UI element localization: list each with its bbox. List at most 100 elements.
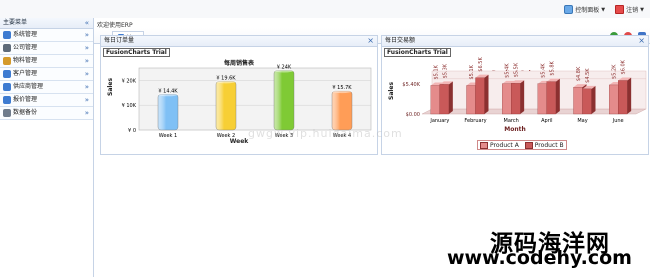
menu-icon — [3, 70, 11, 78]
watermark-url: www.codehy.com — [447, 247, 632, 269]
x-tick-label: June — [612, 118, 624, 124]
legend-item-product-b[interactable]: Product B — [524, 141, 564, 149]
bar-value-label: ¥ 19.6K — [216, 75, 236, 81]
sidebar-title: 主要菜单 — [3, 19, 28, 26]
x-tick-label: March — [504, 118, 519, 124]
bar-value-label: $5.1K — [433, 64, 439, 79]
chart-legend: Product A Product B — [477, 140, 567, 150]
logout-icon — [615, 5, 625, 14]
bar-value-label: $5.3K — [442, 63, 448, 78]
bar-value-label: $5.1K — [469, 64, 475, 79]
bar-highlight — [215, 81, 237, 131]
top-actions: 控制面板 ▼ 注销 ▼ — [564, 5, 644, 14]
legend-item-product-a[interactable]: Product A — [480, 141, 519, 149]
bar-side — [448, 81, 453, 114]
bar — [466, 85, 476, 115]
bar-group — [157, 92, 179, 131]
bar — [439, 84, 449, 115]
sidebar-item-label: 物料管理 — [13, 57, 38, 64]
bar-value-label: ¥ 24K — [277, 64, 292, 70]
sidebar-item[interactable]: 物料管理 » — [0, 55, 93, 68]
chevron-down-icon: ▼ — [640, 6, 644, 13]
expand-icon[interactable]: » — [85, 68, 89, 80]
bar-side — [484, 74, 489, 114]
expand-icon[interactable]: » — [85, 94, 89, 106]
bar-side — [555, 78, 560, 114]
chevron-down-icon: ▼ — [601, 6, 606, 13]
bar-group — [511, 80, 525, 115]
panel-daily-revenue: 每日交易额 × FusionCharts Trial Product Sales… — [381, 35, 649, 155]
bar — [618, 80, 628, 115]
bar — [546, 81, 556, 115]
sidebar-item[interactable]: 客户管理 » — [0, 68, 93, 81]
x-tick-label: February — [464, 118, 486, 124]
sidebar-item-label: 报价管理 — [13, 96, 38, 103]
expand-icon[interactable]: » — [85, 29, 89, 41]
y-tick-label: $5.40K — [402, 82, 420, 88]
x-tick-label: May — [577, 118, 587, 124]
menu-icon — [3, 109, 11, 117]
control-panel-menu[interactable]: 控制面板 ▼ — [564, 5, 605, 14]
bar-value-label: $5.4K — [540, 63, 546, 78]
bar — [430, 85, 440, 115]
expand-icon[interactable]: » — [85, 81, 89, 93]
bar-value-label: $6.0K — [621, 59, 627, 74]
bar — [537, 83, 547, 115]
bar — [511, 83, 521, 115]
bar-group — [618, 77, 632, 115]
legend-swatch — [524, 141, 533, 149]
top-bar: 控制面板 ▼ 注销 ▼ — [0, 0, 650, 19]
y-tick-label: ¥ 10K — [122, 103, 137, 109]
bar-side — [520, 80, 525, 114]
expand-icon[interactable]: » — [85, 55, 89, 67]
legend-label: Product B — [534, 141, 564, 149]
sidebar-items: 系统管理 » 公司管理 » 物料管理 » 客户管理 » 供应商管理 » 报价管理 » 数据备份 » — [0, 29, 93, 120]
menu-icon — [3, 44, 11, 52]
bar-value-label: $5.5K — [514, 62, 520, 77]
y-tick-label: $0.00 — [406, 112, 420, 118]
x-tick-label: Week 1 — [159, 133, 177, 139]
bar-group — [273, 68, 295, 131]
bar-group — [331, 89, 353, 131]
sidebar: 主要菜单 « 系统管理» 公司管理» 物料管理» 客户管理» 供应商管理» 报价管理» 数据… — [0, 18, 94, 277]
bar-highlight — [273, 70, 295, 131]
x-tick-label: January — [429, 118, 449, 124]
sidebar-item-label: 供应商管理 — [13, 83, 44, 90]
bar — [475, 77, 485, 115]
sidebar-header: 主要菜单 « — [0, 18, 93, 29]
sidebar-item[interactable]: 报价管理 » — [0, 94, 93, 107]
bar-value-label: ¥ 15.7K — [332, 85, 352, 91]
bar-value-label: $4.8K — [576, 66, 582, 81]
bar-highlight — [157, 94, 179, 131]
legend-swatch — [480, 141, 488, 149]
expand-icon[interactable]: » — [85, 107, 89, 119]
control-panel-label: 控制面板 — [575, 7, 600, 14]
bar-group — [215, 79, 237, 131]
bar-group — [582, 85, 596, 115]
bar-value-label: $6.5K — [478, 57, 484, 72]
y-tick-label: ¥ 20K — [122, 78, 137, 84]
sidebar-item[interactable]: 系统管理 » — [0, 29, 93, 42]
expand-icon[interactable]: » — [85, 42, 89, 54]
menu-icon — [3, 57, 11, 65]
legend-label: Product A — [490, 141, 519, 149]
sidebar-item-label: 客户管理 — [13, 70, 38, 77]
bar-value-label: $5.2K — [612, 64, 618, 79]
bar-value-label: $4.5K — [585, 68, 591, 83]
bar — [573, 87, 583, 115]
bar — [582, 88, 592, 115]
sidebar-item[interactable]: 公司管理 » — [0, 42, 93, 55]
bar-value-label: ¥ 14.4K — [158, 88, 178, 94]
control-panel-icon — [564, 5, 574, 14]
sidebar-item[interactable]: 数据备份 » — [0, 107, 93, 120]
logout-menu[interactable]: 注销 ▼ — [615, 5, 644, 14]
ghost-watermark: gwgw vip.huidaima.com — [248, 127, 403, 140]
collapse-icon[interactable]: « — [85, 18, 89, 28]
bar-side — [627, 77, 632, 114]
menu-icon — [3, 96, 11, 104]
bar-side — [591, 85, 596, 114]
menu-icon — [3, 31, 11, 39]
sidebar-item-label: 公司管理 — [13, 44, 38, 51]
sidebar-item[interactable]: 供应商管理 » — [0, 81, 93, 94]
bar-highlight — [331, 90, 353, 131]
